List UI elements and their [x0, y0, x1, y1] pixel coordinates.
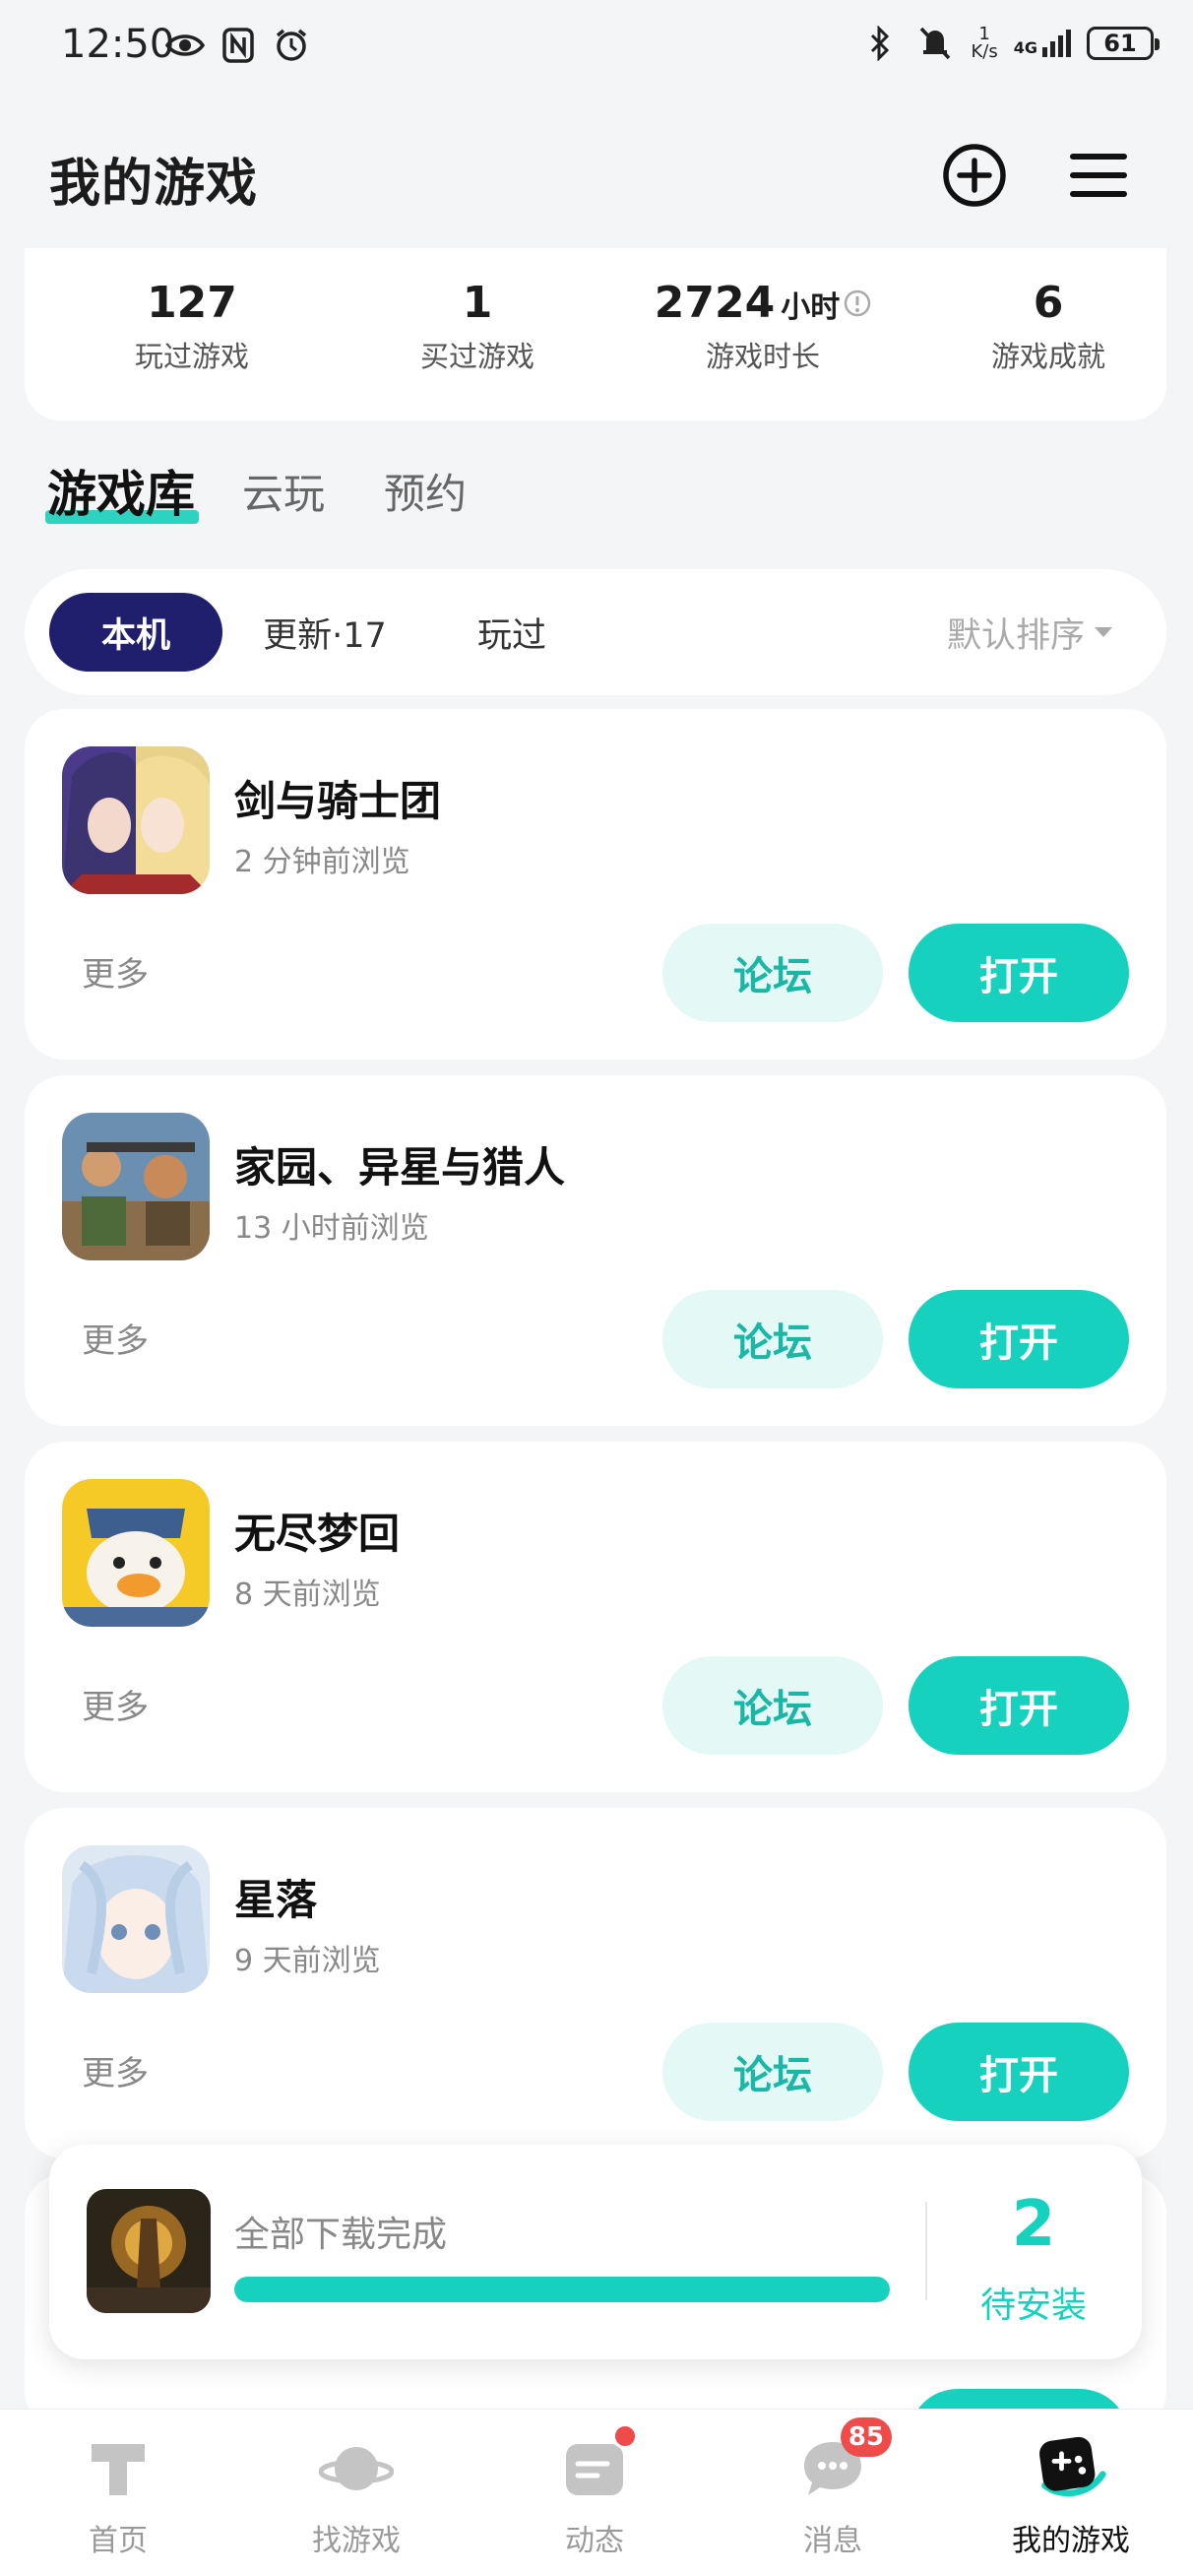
gamepad-icon [1034, 2431, 1108, 2506]
forum-button[interactable]: 论坛 [662, 1656, 883, 1755]
menu-icon [1070, 154, 1127, 197]
net-speed: 1 K/s [971, 24, 998, 62]
forum-button[interactable]: 论坛 [662, 924, 883, 1022]
home-icon [81, 2431, 156, 2506]
game-card[interactable]: 无尽梦回 8 天前浏览 更多 论坛 打开 [25, 1442, 1166, 1792]
nav-label: 找游戏 [312, 2524, 401, 2558]
download-progress-fill [234, 2277, 890, 2302]
stat-value: 127 [147, 278, 237, 328]
game-last-viewed: 2 分钟前浏览 [234, 845, 410, 879]
forum-button[interactable]: 论坛 [662, 2023, 883, 2121]
open-button[interactable]: 打开 [909, 2023, 1129, 2121]
tab-game-library[interactable]: 游戏库 [47, 455, 195, 526]
more-button[interactable]: 更多 [82, 2046, 149, 2094]
stat-value: 1 [462, 278, 493, 328]
more-button[interactable]: 更多 [82, 1314, 149, 1362]
chat-bubble-icon: 85 [795, 2417, 892, 2506]
game-icon-endless-dreams [62, 1479, 210, 1627]
divider [925, 2202, 927, 2300]
stat-label: 买过游戏 [419, 340, 534, 373]
nav-my-games[interactable]: 我的游戏 [973, 2431, 1169, 2559]
game-icon-star-fall [62, 1845, 210, 1993]
open-button[interactable]: 打开 [909, 924, 1129, 1022]
bluetooth-icon [860, 24, 900, 63]
game-card[interactable]: 家园、异星与猎人 13 小时前浏览 更多 论坛 打开 [25, 1075, 1166, 1426]
download-status-card[interactable]: 全部下载完成 2 待安装 [49, 2145, 1142, 2359]
notification-dot [612, 2423, 638, 2449]
stat-label: 游戏成就 [990, 340, 1105, 373]
stat-achievements[interactable]: 6 游戏成就 [906, 278, 1191, 375]
bottom-nav: 首页 找游戏 动态 85 消息 我的游戏 [0, 2409, 1193, 2576]
stat-bought[interactable]: 1 买过游戏 [335, 278, 620, 375]
game-card[interactable]: 星落 9 天前浏览 更多 论坛 打开 [25, 1808, 1166, 2158]
network-type: 4G [1013, 38, 1037, 57]
nfc-icon [219, 26, 258, 65]
add-button[interactable] [937, 138, 1012, 213]
nav-label: 我的游戏 [1012, 2524, 1130, 2558]
stat-played[interactable]: 127 玩过游戏 [49, 278, 335, 375]
game-name: 家园、异星与猎人 [234, 1143, 566, 1191]
filter-updates[interactable]: 更新·17 [226, 593, 423, 672]
pending-install-count: 2 [1011, 2188, 1056, 2261]
game-icon-sword-knights [62, 746, 210, 894]
status-time: 12:50 [61, 22, 175, 67]
download-progress-bar [234, 2277, 890, 2302]
status-icons-right: 1 K/s 4G 61 [860, 24, 1160, 63]
filter-played[interactable]: 玩过 [438, 593, 586, 672]
stat-playtime[interactable]: 2724 小时 游戏时长 [620, 278, 906, 375]
filter-local[interactable]: 本机 [49, 593, 222, 672]
tab-reservations[interactable]: 预约 [384, 461, 467, 521]
mute-bell-icon [915, 24, 955, 63]
nav-find-games[interactable]: 找游戏 [258, 2431, 455, 2559]
game-card[interactable]: 剑与骑士团 2 分钟前浏览 更多 论坛 打开 [25, 709, 1166, 1060]
sort-label: 默认排序 [946, 615, 1085, 656]
stat-unit: 小时 [781, 290, 841, 325]
game-icon-homeland-aliens [62, 1113, 210, 1260]
nav-messages[interactable]: 85 消息 [734, 2417, 931, 2559]
game-last-viewed: 8 天前浏览 [234, 1578, 381, 1612]
nav-feed[interactable]: 动态 [496, 2423, 693, 2559]
game-name: 星落 [234, 1876, 318, 1924]
stat-value: 6 [1033, 278, 1064, 328]
nav-label: 消息 [803, 2524, 862, 2558]
game-name: 无尽梦回 [234, 1510, 401, 1558]
pending-install-label: 待安装 [979, 2286, 1087, 2326]
feed-icon [557, 2423, 638, 2506]
game-name: 剑与骑士团 [234, 777, 442, 825]
sort-dropdown[interactable]: 默认排序 [947, 593, 1112, 672]
alarm-icon [272, 26, 311, 65]
tab-cloud-play[interactable]: 云玩 [242, 461, 325, 521]
filter-bar: 本机 更新·17 玩过 默认排序 [25, 569, 1166, 695]
more-button[interactable]: 更多 [82, 1680, 149, 1728]
planet-icon [319, 2431, 394, 2506]
info-icon[interactable] [844, 290, 871, 317]
menu-button[interactable] [1061, 138, 1136, 213]
stats-card: 127 玩过游戏 1 买过游戏 2724 小时 游戏时长 6 游戏成就 [25, 248, 1166, 420]
game-last-viewed: 13 小时前浏览 [234, 1211, 429, 1246]
page-title: 我的游戏 [49, 155, 259, 214]
nav-label: 首页 [89, 2524, 148, 2558]
open-button[interactable]: 打开 [909, 1290, 1129, 1388]
download-game-icon [87, 2189, 211, 2313]
stat-label: 游戏时长 [705, 340, 820, 373]
eye-icon [165, 26, 205, 65]
stat-value: 2724 [654, 278, 776, 328]
nav-home[interactable]: 首页 [20, 2431, 217, 2559]
more-button[interactable]: 更多 [82, 947, 149, 996]
open-button[interactable]: 打开 [909, 1656, 1129, 1755]
caret-down-icon [1095, 627, 1112, 637]
forum-button[interactable]: 论坛 [662, 1290, 883, 1388]
signal-icon: 4G [1014, 30, 1071, 57]
message-badge: 85 [840, 2417, 892, 2457]
add-circle-icon [943, 144, 1006, 207]
download-status-text: 全部下载完成 [234, 2215, 448, 2255]
nav-label: 动态 [565, 2524, 624, 2558]
game-last-viewed: 9 天前浏览 [234, 1944, 381, 1978]
status-icons-left [165, 26, 311, 65]
stat-label: 玩过游戏 [134, 340, 249, 373]
battery-indicator: 61 [1087, 27, 1160, 60]
